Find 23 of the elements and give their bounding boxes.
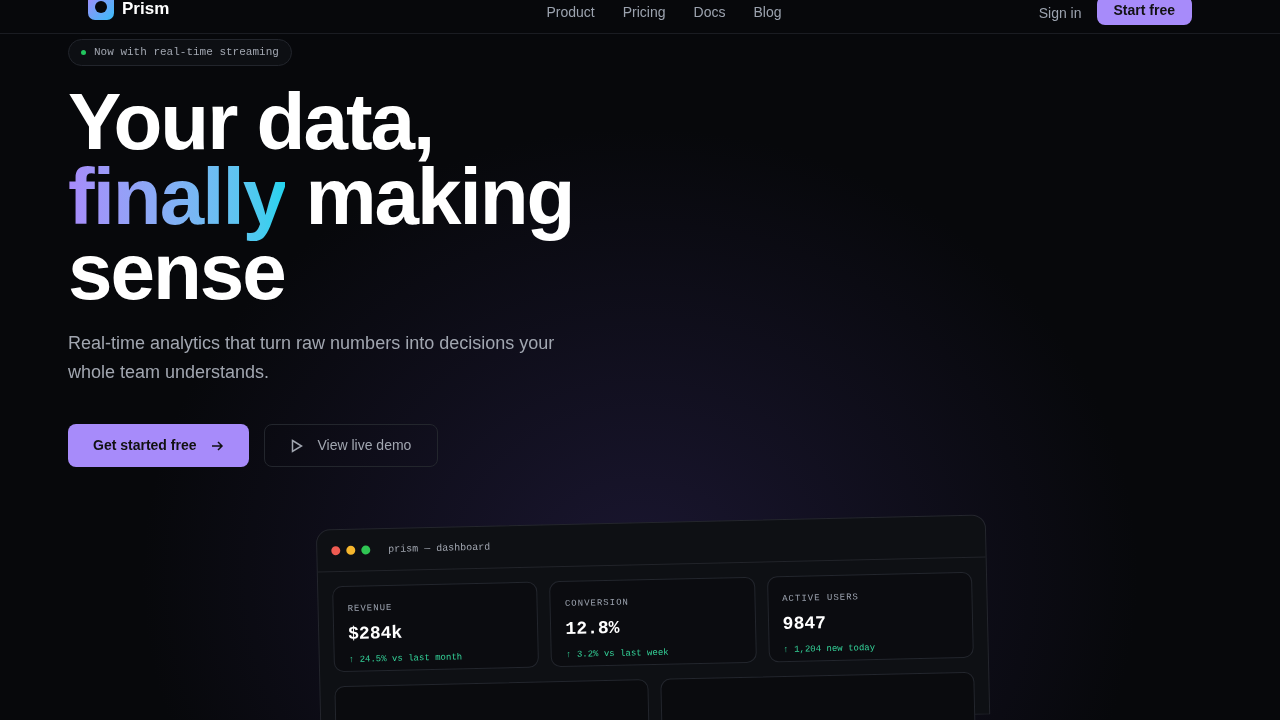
stat-label: REVENUE [347, 601, 394, 616]
stat-label: ACTIVE USERS [782, 591, 861, 607]
window-title: prism — dashboard [388, 540, 491, 557]
nav-link[interactable]: Docs [693, 2, 726, 23]
sign-in-link[interactable]: Sign in [1038, 0, 1082, 24]
stat-change: ↑ 24.5% vs last month [348, 650, 464, 667]
stat-value: 12.8% [565, 616, 621, 641]
start-free-button[interactable]: Start free [1096, 0, 1192, 25]
get-started-button[interactable]: Get started free [68, 424, 250, 467]
stat-change: ↑ 1,204 new today [783, 641, 877, 657]
stat-label: CONVERSION [564, 596, 630, 611]
stat-value: $284k [347, 621, 404, 646]
stat-value: 9847 [782, 611, 828, 636]
stat-change: ↑ 3.2% vs last week [565, 646, 670, 662]
nav-link[interactable]: Blog [753, 2, 782, 23]
view-demo-button[interactable]: View live demo [264, 424, 439, 467]
nav-link[interactable]: Pricing [622, 2, 666, 23]
badge-text: Now with real-time streaming [94, 45, 279, 61]
brand-name: Prism [122, 0, 170, 20]
arrow-right-icon [210, 438, 225, 453]
play-icon [291, 438, 304, 453]
hero-subtitle: Real-time analytics that turn raw numbers into decisions your whole team understands. [68, 332, 556, 384]
nav-link[interactable]: Product [546, 2, 595, 23]
